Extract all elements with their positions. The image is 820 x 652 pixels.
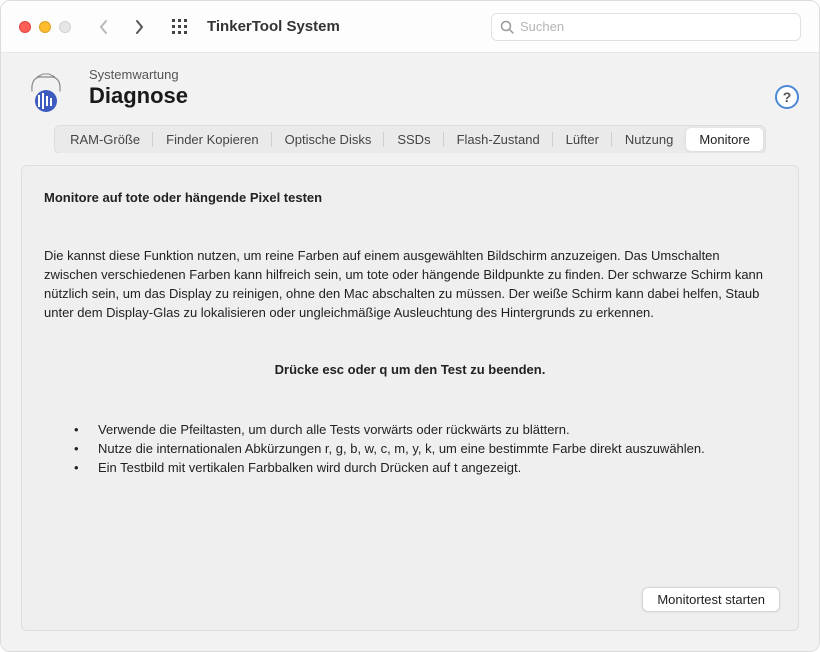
titlebar: TinkerTool System xyxy=(1,1,819,53)
tab-bar: RAM-Größe Finder Kopieren Optische Disks… xyxy=(21,125,799,154)
tab-bar-inner: RAM-Größe Finder Kopieren Optische Disks… xyxy=(54,125,766,154)
chevron-left-icon xyxy=(98,19,109,35)
search-input[interactable] xyxy=(520,19,792,34)
page-title: Diagnose xyxy=(89,83,757,109)
list-item: Ein Testbild mit vertikalen Farbbalken w… xyxy=(98,459,776,478)
chevron-right-icon xyxy=(134,19,145,35)
list-item: Verwende die Pfeiltasten, um durch alle … xyxy=(98,421,776,440)
breadcrumb: Systemwartung xyxy=(89,67,757,82)
action-row: Monitortest starten xyxy=(642,587,780,612)
start-monitor-test-button[interactable]: Monitortest starten xyxy=(642,587,780,612)
app-title: TinkerTool System xyxy=(207,18,340,35)
content-panel: Monitore auf tote oder hängende Pixel te… xyxy=(21,165,799,631)
close-window-button[interactable] xyxy=(19,21,31,33)
tab-optische-disks[interactable]: Optische Disks xyxy=(272,128,385,151)
apps-grid-button[interactable] xyxy=(165,15,193,39)
search-icon xyxy=(500,20,514,34)
content-area: Monitore auf tote oder hängende Pixel te… xyxy=(1,153,819,651)
tab-luefter[interactable]: Lüfter xyxy=(553,128,612,151)
diagnose-icon xyxy=(23,69,69,115)
tab-monitore[interactable]: Monitore xyxy=(686,128,763,151)
grid-icon xyxy=(172,19,187,34)
tab-finder-kopieren[interactable]: Finder Kopieren xyxy=(153,128,272,151)
instruction-list: Verwende die Pfeiltasten, um durch alle … xyxy=(44,421,776,478)
page-icon xyxy=(21,67,71,115)
fullscreen-window-button[interactable] xyxy=(59,21,71,33)
minimize-window-button[interactable] xyxy=(39,21,51,33)
instruction-heading: Drücke esc oder q um den Test zu beenden… xyxy=(44,362,776,377)
list-item: Nutze die internationalen Abkürzungen r,… xyxy=(98,440,776,459)
help-icon: ? xyxy=(783,89,792,105)
nav-forward-button[interactable] xyxy=(125,15,153,39)
search-field-wrap[interactable] xyxy=(491,13,801,41)
tab-ram-groesse[interactable]: RAM-Größe xyxy=(57,128,153,151)
help-button[interactable]: ? xyxy=(775,85,799,109)
app-window: TinkerTool System Systemwartung xyxy=(0,0,820,652)
tab-ssds[interactable]: SSDs xyxy=(384,128,443,151)
section-description: Die kannst diese Funktion nutzen, um rei… xyxy=(44,247,776,322)
tab-flash-zustand[interactable]: Flash-Zustand xyxy=(444,128,553,151)
section-heading: Monitore auf tote oder hängende Pixel te… xyxy=(44,190,776,205)
traffic-lights xyxy=(19,21,71,33)
tab-nutzung[interactable]: Nutzung xyxy=(612,128,686,151)
nav-back-button[interactable] xyxy=(89,15,117,39)
header-section: Systemwartung Diagnose ? RAM-Größe Finde… xyxy=(1,53,819,153)
